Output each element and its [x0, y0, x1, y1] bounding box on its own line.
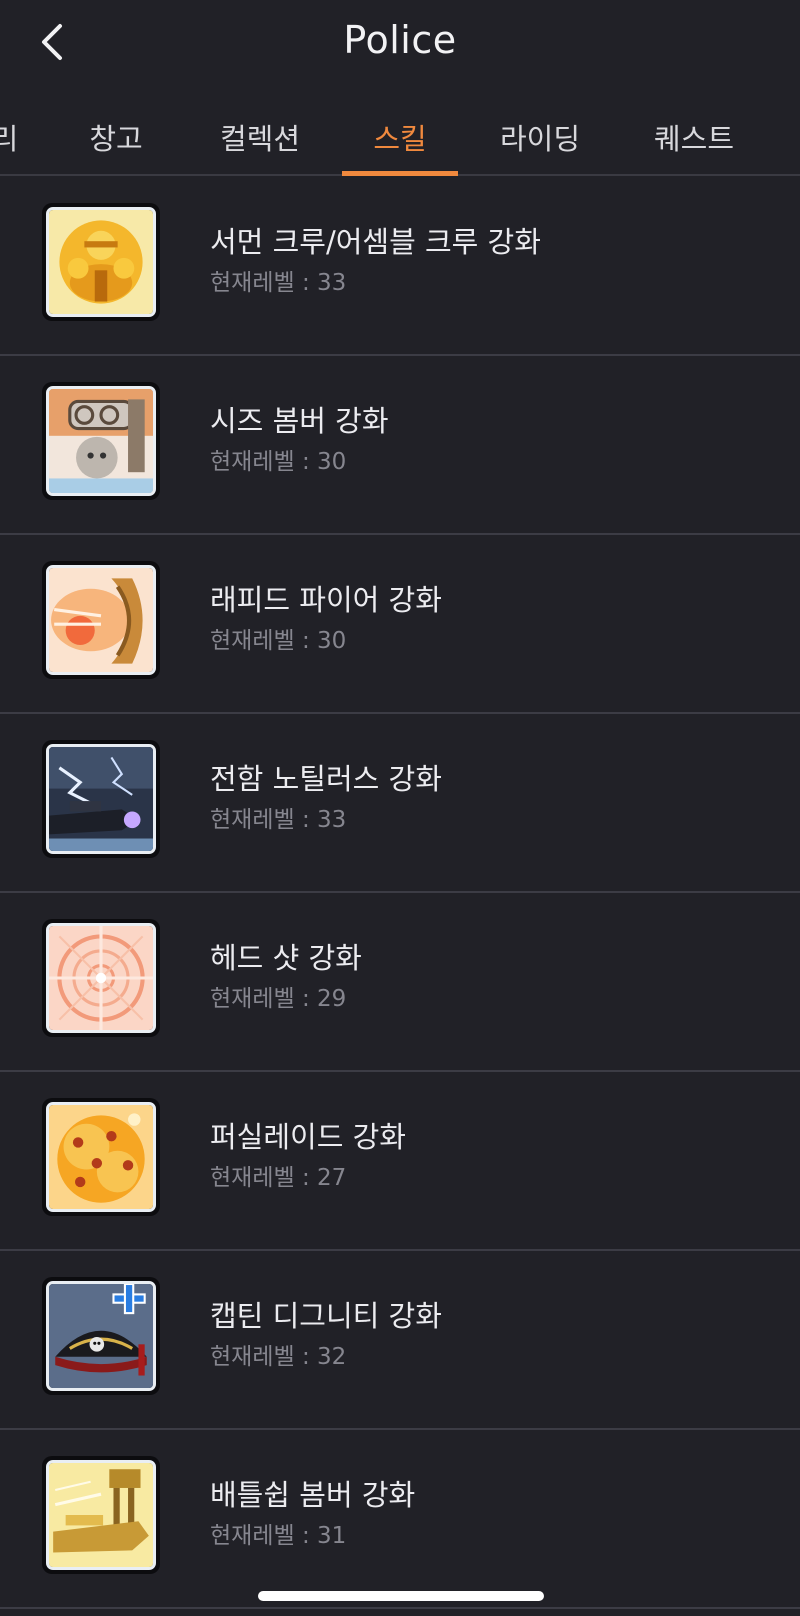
skill-icon-frame: [42, 561, 160, 679]
tab-quest[interactable]: 퀘스트: [624, 100, 764, 174]
skill-name: 서먼 크루/어셈블 크루 강화: [210, 225, 541, 259]
captain-dignity-icon: [46, 1281, 156, 1391]
skill-name: 시즈 봄버 강화: [210, 404, 389, 438]
skill-row[interactable]: 전함 노틸러스 강화 현재레벨 : 33: [0, 714, 800, 893]
skill-level: 현재레벨 : 30: [210, 449, 347, 475]
skill-row[interactable]: 퍼실레이드 강화 현재레벨 : 27: [0, 1072, 800, 1251]
skill-row[interactable]: 래피드 파이어 강화 현재레벨 : 30: [0, 535, 800, 714]
skill-level: 현재레벨 : 33: [210, 807, 347, 833]
skill-name: 배틀쉽 봄버 강화: [210, 1478, 416, 1512]
skill-row[interactable]: 배틀쉽 봄버 강화 현재레벨 : 31: [0, 1430, 800, 1609]
skill-icon-frame: [42, 1456, 160, 1574]
skill-name: 캡틴 디그니티 강화: [210, 1299, 442, 1333]
skill-name: 전함 노틸러스 강화: [210, 762, 442, 796]
battleship-bomber-icon: [46, 1460, 156, 1570]
skill-level: 현재레벨 : 29: [210, 986, 347, 1012]
skill-level: 현재레벨 : 27: [210, 1165, 347, 1191]
skill-list: 서먼 크루/어셈블 크루 강화 현재레벨 : 33 시즈 봄버 강화 현재레벨 …: [0, 177, 800, 1609]
skill-icon-frame: [42, 740, 160, 858]
skill-row[interactable]: 시즈 봄버 강화 현재레벨 : 30: [0, 356, 800, 535]
tab-storage[interactable]: 창고: [56, 100, 176, 174]
fusillade-icon: [46, 1102, 156, 1212]
skill-name: 래피드 파이어 강화: [210, 583, 442, 617]
tab-collection[interactable]: 컬렉션: [190, 100, 330, 174]
skill-icon-frame: [42, 1098, 160, 1216]
skill-level: 현재레벨 : 30: [210, 628, 347, 654]
tab-partial[interactable]: 리: [0, 100, 20, 174]
skill-icon-frame: [42, 203, 160, 321]
skill-level: 현재레벨 : 33: [210, 270, 347, 296]
skill-name: 헤드 샷 강화: [210, 941, 362, 975]
skill-row[interactable]: 서먼 크루/어셈블 크루 강화 현재레벨 : 33: [0, 177, 800, 356]
skill-level: 현재레벨 : 32: [210, 1344, 347, 1370]
skill-icon-frame: [42, 382, 160, 500]
rapid-fire-icon: [46, 565, 156, 675]
headshot-icon: [46, 923, 156, 1033]
skill-icon-frame: [42, 919, 160, 1037]
summon-crew-icon: [46, 207, 156, 317]
active-tab-indicator: [342, 171, 458, 176]
header: Police: [0, 0, 800, 88]
siege-bomber-icon: [46, 386, 156, 496]
tab-riding[interactable]: 라이딩: [470, 100, 610, 174]
tab-bar: 리 창고 컬렉션 스킬 라이딩 퀘스트: [0, 100, 800, 176]
page-title: Police: [343, 18, 457, 62]
skill-row[interactable]: 캡틴 디그니티 강화 현재레벨 : 32: [0, 1251, 800, 1430]
skill-icon-frame: [42, 1277, 160, 1395]
tab-skill-label: 스킬: [373, 122, 427, 156]
home-indicator[interactable]: [258, 1591, 544, 1601]
tab-skill[interactable]: 스킬: [342, 100, 458, 176]
battleship-nautilus-icon: [46, 744, 156, 854]
skill-level: 현재레벨 : 31: [210, 1523, 347, 1549]
skill-name: 퍼실레이드 강화: [210, 1120, 406, 1154]
skill-row[interactable]: 헤드 샷 강화 현재레벨 : 29: [0, 893, 800, 1072]
